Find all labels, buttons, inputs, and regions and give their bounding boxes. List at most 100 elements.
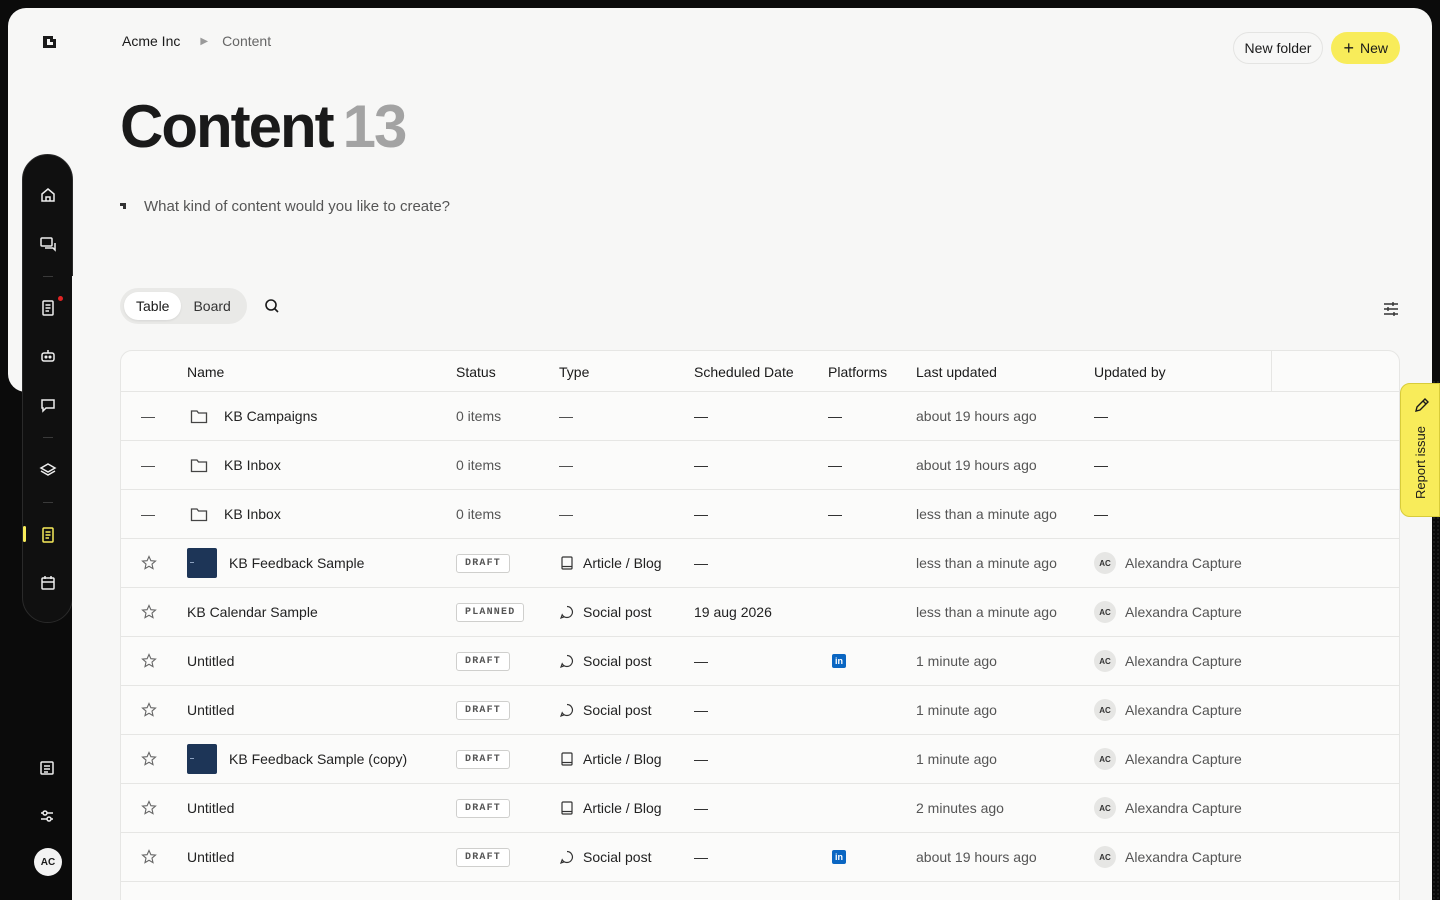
col-status[interactable]: Status xyxy=(456,364,496,380)
report-issue-tab[interactable]: Report issue xyxy=(1400,383,1440,517)
book-icon xyxy=(561,801,573,815)
row-status: PLANNED xyxy=(456,588,525,636)
row-last-updated: 2 minutes ago xyxy=(916,784,1004,832)
row-updated-by-text: Alexandra Capture xyxy=(1125,751,1242,767)
star-icon[interactable] xyxy=(141,702,157,718)
row-name[interactable]: KB Feedback Sample xyxy=(187,539,364,587)
table-row[interactable]: Untitled DRAFT Article / Blog — 2 minutes ag… xyxy=(121,784,1399,833)
row-type-text: Social post xyxy=(583,702,652,718)
row-name[interactable]: KB Calendar Sample xyxy=(187,588,318,636)
tab-board[interactable]: Board xyxy=(181,292,242,320)
row-name[interactable]: KB Inbox xyxy=(187,441,281,489)
filter-icon[interactable] xyxy=(1382,300,1400,318)
user-avatar[interactable]: AC xyxy=(34,848,62,876)
row-lead[interactable] xyxy=(141,735,165,783)
row-lead[interactable] xyxy=(141,588,165,636)
star-icon[interactable] xyxy=(141,800,157,816)
row-type: — xyxy=(559,441,573,489)
new-button[interactable]: + New xyxy=(1331,32,1400,64)
row-scheduled: — xyxy=(694,441,708,489)
row-status: 0 items xyxy=(456,441,501,489)
sidebar-divider xyxy=(43,502,53,503)
col-platforms[interactable]: Platforms xyxy=(828,364,887,380)
tab-table[interactable]: Table xyxy=(124,292,182,320)
create-prompt[interactable]: What kind of content would you like to c… xyxy=(120,198,450,215)
row-lead[interactable] xyxy=(141,637,165,685)
row-name[interactable]: Untitled xyxy=(187,686,234,734)
row-type-text: Social post xyxy=(583,604,652,620)
row-scheduled-text: — xyxy=(694,800,708,816)
col-scheduled-date[interactable]: Scheduled Date xyxy=(694,364,794,380)
row-name[interactable]: Untitled xyxy=(187,637,234,685)
row-platforms-text: — xyxy=(828,457,842,473)
settings-sliders-icon[interactable] xyxy=(37,806,57,826)
active-indicator xyxy=(23,526,26,542)
status-badge: DRAFT xyxy=(456,749,511,769)
row-type-text: Article / Blog xyxy=(583,555,662,571)
row-scheduled: — xyxy=(694,784,708,832)
col-name[interactable]: Name xyxy=(187,364,224,380)
row-last-updated: 1 minute ago xyxy=(916,637,997,685)
plus-icon: + xyxy=(1343,38,1354,58)
table-row[interactable]: Untitled DRAFT Social post — in 1 minute ago A… xyxy=(121,637,1399,686)
row-last-updated: about 19 hours ago xyxy=(916,441,1037,489)
status-badge: PLANNED xyxy=(456,602,525,622)
star-icon[interactable] xyxy=(141,653,157,669)
row-name-text: KB Feedback Sample xyxy=(229,555,365,571)
row-status: DRAFT xyxy=(456,539,511,587)
row-platforms: — xyxy=(828,392,842,440)
row-status: DRAFT xyxy=(456,833,511,881)
table-row[interactable]: — KB Campaigns 0 items — — — about 19 hours ag… xyxy=(121,392,1399,441)
table-row[interactable]: Untitled DRAFT Social post — in about 19 hour… xyxy=(121,833,1399,882)
table-row[interactable]: — KB Inbox 0 items — — — about 19 hours ago — xyxy=(121,441,1399,490)
table-row[interactable]: KB Feedback Sample DRAFT Article / Blog — le… xyxy=(121,539,1399,588)
content-icon[interactable] xyxy=(38,525,58,545)
breadcrumb-org[interactable]: Acme Inc xyxy=(122,33,180,49)
row-updated-by-text: — xyxy=(1094,408,1108,424)
view-switcher: Table Board xyxy=(120,288,247,324)
star-icon[interactable] xyxy=(141,849,157,865)
newspaper-icon[interactable] xyxy=(37,758,57,778)
table-row[interactable]: Untitled DRAFT Social post —1 minute ago AC A… xyxy=(121,686,1399,735)
row-updated-by-text: Alexandra Capture xyxy=(1125,555,1242,571)
layers-icon[interactable] xyxy=(38,460,58,480)
row-type-text: Social post xyxy=(583,653,652,669)
row-lead[interactable] xyxy=(141,784,165,832)
message-icon[interactable] xyxy=(38,395,58,415)
home-icon[interactable] xyxy=(38,185,58,205)
row-lead[interactable] xyxy=(141,539,165,587)
table-row[interactable]: — KB Inbox 0 items — — — less than a minute ag… xyxy=(121,490,1399,539)
col-updated-by[interactable]: Updated by xyxy=(1094,364,1166,380)
app-logo-icon[interactable] xyxy=(40,32,60,52)
document-icon[interactable] xyxy=(38,298,58,318)
star-icon[interactable] xyxy=(141,604,157,620)
row-name[interactable]: KB Inbox xyxy=(187,490,281,538)
new-folder-button[interactable]: New folder xyxy=(1232,32,1324,64)
star-icon[interactable] xyxy=(141,751,157,767)
row-name[interactable]: KB Campaigns xyxy=(187,392,317,440)
row-lead[interactable] xyxy=(141,686,165,734)
calendar-icon[interactable] xyxy=(38,573,58,593)
robot-icon[interactable] xyxy=(38,346,58,366)
quote-icon xyxy=(120,202,126,209)
status-badge: DRAFT xyxy=(456,651,511,671)
row-name[interactable]: Untitled xyxy=(187,833,234,881)
table-header: Name Status Type Scheduled Date Platform… xyxy=(121,351,1399,392)
row-updated-by: AC Alexandra Capture xyxy=(1094,588,1242,636)
row-name[interactable]: Untitled xyxy=(187,784,234,832)
row-status: 0 items xyxy=(456,392,501,440)
folder-icon xyxy=(190,459,208,473)
row-updated-by-text: Alexandra Capture xyxy=(1125,849,1242,865)
star-icon[interactable] xyxy=(141,555,157,571)
col-last-updated[interactable]: Last updated xyxy=(916,364,997,380)
col-type[interactable]: Type xyxy=(559,364,589,380)
search-icon[interactable] xyxy=(263,297,281,315)
table-row[interactable]: KB Feedback Sample (copy) DRAFT Article / … xyxy=(121,735,1399,784)
chats-icon[interactable] xyxy=(38,234,58,254)
row-scheduled-text: — xyxy=(694,408,708,424)
row-name[interactable]: KB Feedback Sample (copy) xyxy=(187,735,407,783)
table-row[interactable]: KB Calendar Sample PLANNED Social post 19 a… xyxy=(121,588,1399,637)
row-lead[interactable] xyxy=(141,833,165,881)
content-count: 13 xyxy=(342,93,408,160)
row-scheduled: — xyxy=(694,637,708,685)
